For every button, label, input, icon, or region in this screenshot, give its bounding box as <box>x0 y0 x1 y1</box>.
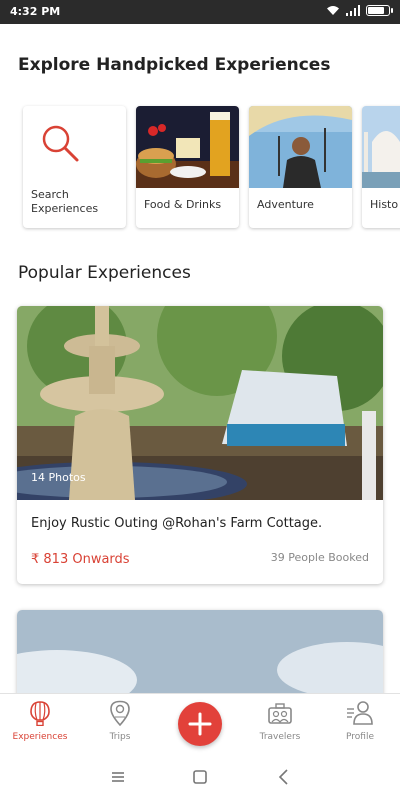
category-food-drinks[interactable]: Food & Drinks <box>136 106 239 228</box>
home-icon[interactable] <box>188 765 212 789</box>
experience-price: ₹ 813 Onwards <box>31 552 130 567</box>
experience-card[interactable]: 14 Photos Enjoy Rustic Outing @Rohan's F… <box>17 306 383 584</box>
category-label: Search Experiences <box>31 188 99 215</box>
people-booked: 39 People Booked <box>270 551 369 564</box>
category-history[interactable]: Histo <box>362 106 400 228</box>
photo-count: 14 Photos <box>31 471 86 484</box>
category-label: Adventure <box>257 198 314 211</box>
nav-label: Experiences <box>12 732 68 742</box>
back-icon[interactable] <box>272 765 296 789</box>
popular-title: Popular Experiences <box>18 263 191 283</box>
signal-icon <box>346 5 360 16</box>
battery-icon <box>366 5 393 16</box>
nav-label: Trips <box>109 732 131 742</box>
nav-label: Profile <box>346 732 374 742</box>
category-label: Food & Drinks <box>144 198 222 211</box>
category-search-experiences[interactable]: Search Experiences <box>23 106 126 228</box>
experience-card[interactable] <box>17 610 383 700</box>
search-icon <box>42 125 79 162</box>
nav-trips[interactable]: Trips <box>82 700 158 742</box>
hot-air-balloon-icon <box>30 701 50 726</box>
system-nav-bar <box>0 755 400 800</box>
explore-title: Explore Handpicked Experiences <box>18 55 331 75</box>
status-time: 4:32 PM <box>10 5 61 18</box>
category-carousel[interactable]: Search Experiences Food & Drinks Adventu… <box>0 104 400 232</box>
bottom-nav: Experiences Trips Travelers Profile <box>0 693 400 755</box>
adventure-image <box>249 106 352 188</box>
category-adventure[interactable]: Adventure <box>249 106 352 228</box>
plus-icon <box>188 712 212 736</box>
battery-level <box>368 7 385 14</box>
nav-experiences[interactable]: Experiences <box>2 700 78 742</box>
add-button[interactable] <box>178 702 222 746</box>
nav-label: Travelers <box>259 732 301 742</box>
history-image <box>362 106 400 188</box>
wifi-icon <box>327 6 339 15</box>
category-label: Histo <box>370 198 399 211</box>
status-icons <box>326 5 393 16</box>
menu-icon[interactable] <box>106 765 130 789</box>
nav-profile[interactable]: Profile <box>322 700 398 742</box>
experience-title: Enjoy Rustic Outing @Rohan's Farm Cottag… <box>31 516 323 531</box>
map-pin-icon <box>110 700 130 726</box>
experience-photo[interactable] <box>17 610 383 700</box>
nav-travelers[interactable]: Travelers <box>242 700 318 742</box>
travelers-icon <box>268 703 292 724</box>
profile-icon <box>347 701 373 725</box>
status-bar: 4:32 PM <box>0 0 400 24</box>
food-drinks-image <box>136 106 239 188</box>
